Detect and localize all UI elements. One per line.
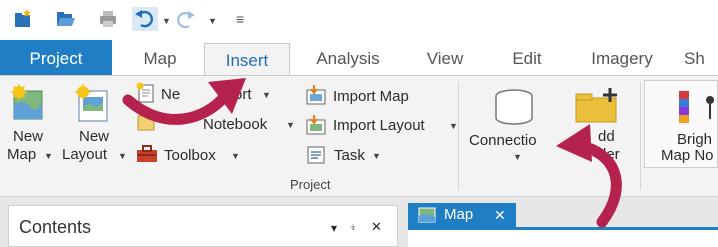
new-report-icon <box>135 82 157 109</box>
new-report-dropdown-icon[interactable]: ▼ <box>262 90 271 100</box>
map-tab-label: Map <box>444 206 474 223</box>
import-layout-label: Import Layout <box>333 117 425 134</box>
basemap-label-line2: Map No <box>661 147 714 164</box>
undo-dropdown-icon[interactable]: ▼ <box>162 16 171 26</box>
tab-share[interactable]: Sh <box>684 40 718 76</box>
tab-insert[interactable]: Insert <box>204 43 290 77</box>
new-report-label-tail: ort <box>234 86 252 103</box>
new-map-icon <box>10 83 44 128</box>
import-layout-icon <box>304 114 328 141</box>
tab-analysis[interactable]: Analysis <box>298 40 398 76</box>
connections-dropdown-icon[interactable]: ▼ <box>513 152 522 162</box>
new-notebook-label: Notebook <box>203 116 268 133</box>
toolbox-dropdown-icon[interactable]: ▼ <box>231 151 240 161</box>
new-layout-icon <box>74 83 110 128</box>
tab-view[interactable]: View <box>410 40 480 76</box>
quick-access-toolbar: ▼ ▼ ≡ <box>0 0 718 40</box>
redo-icon[interactable] <box>176 8 198 30</box>
tab-imagery[interactable]: Imagery <box>574 40 670 76</box>
database-icon <box>492 88 536 133</box>
basemap-gallery[interactable]: Brigh Map No <box>644 80 718 168</box>
new-notebook-dropdown-icon[interactable]: ▼ <box>286 120 295 130</box>
workspace-panes: Contents ▾ ⍖ ✕ Map ✕ <box>0 197 718 247</box>
new-map-label-line2: Map <box>7 146 37 163</box>
add-folder-label-line1: dd <box>598 128 615 145</box>
new-layout-label-line1: New <box>79 128 110 145</box>
task-dropdown-icon[interactable]: ▼ <box>372 151 381 161</box>
color-swatch-icon <box>677 89 691 134</box>
new-notebook-icon <box>135 113 157 138</box>
new-map-label-line1: New <box>13 128 44 145</box>
new-layout-dropdown-icon[interactable]: ▼ <box>118 151 127 161</box>
ribbon-insert: New Map ▼ New Layout ▼ Ne ort ▼ Notebook… <box>0 75 718 197</box>
group-separator <box>458 82 459 190</box>
contents-pane-title: Contents <box>19 217 92 237</box>
map-tab-icon <box>418 207 436 228</box>
pane-options-icon[interactable]: ▾ <box>331 219 337 237</box>
import-map-icon <box>304 84 328 111</box>
task-label: Task <box>334 147 365 164</box>
tab-project[interactable]: Project <box>0 40 112 76</box>
task-icon <box>304 144 328 171</box>
add-folder-label-line2: der <box>598 146 620 163</box>
contents-pane: Contents ▾ ⍖ ✕ <box>8 205 398 247</box>
close-icon[interactable]: ✕ <box>371 218 382 236</box>
new-project-icon[interactable] <box>12 8 34 30</box>
map-pin-icon <box>705 95 715 126</box>
open-project-icon[interactable] <box>55 8 77 30</box>
map-view-tab[interactable]: Map ✕ <box>408 203 516 227</box>
ribbon-tabs: Project Map Insert Analysis View Edit Im… <box>0 40 718 77</box>
group-separator-2 <box>640 82 641 190</box>
customize-icon[interactable]: ≡ <box>236 10 244 28</box>
import-map-label: Import Map <box>333 88 409 105</box>
ribbon-group-label-project: Project <box>290 177 331 192</box>
new-map-dropdown-icon[interactable]: ▼ <box>44 151 53 161</box>
print-icon[interactable] <box>97 8 119 30</box>
add-folder-icon <box>574 86 620 131</box>
tab-map[interactable]: Map <box>120 40 200 76</box>
new-report-label: Ne <box>161 86 181 103</box>
map-view[interactable] <box>408 227 718 247</box>
connections-label: Connectio <box>469 132 537 149</box>
tab-edit[interactable]: Edit <box>496 40 558 76</box>
toolbox-icon <box>135 144 159 169</box>
redo-dropdown-icon[interactable]: ▼ <box>208 16 217 26</box>
pin-icon[interactable]: ⍖ <box>349 218 357 236</box>
import-layout-dropdown-icon[interactable]: ▼ <box>449 121 458 131</box>
new-layout-label-line2: Layout <box>62 146 108 163</box>
undo-icon[interactable] <box>132 7 158 31</box>
close-icon[interactable]: ✕ <box>494 206 506 224</box>
toolbox-label: Toolbox <box>164 147 216 164</box>
